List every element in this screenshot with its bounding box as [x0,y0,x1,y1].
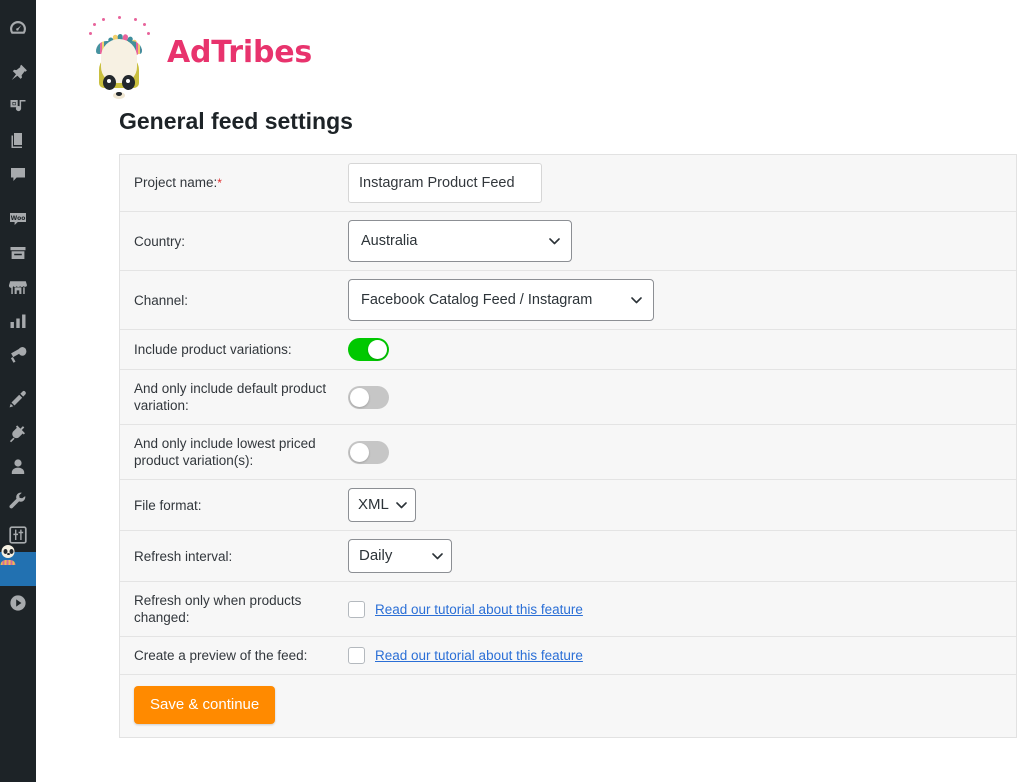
sidebar-item-plugins[interactable] [0,416,36,450]
panda-nose [116,92,122,96]
play-circle-icon [8,593,28,613]
comment-icon [8,165,28,185]
plug-icon [8,423,28,443]
svg-text:Woo: Woo [11,215,26,222]
refresh-on-change-tutorial-link[interactable]: Read our tutorial about this feature [375,602,583,617]
label-create-preview: Create a preview of the feed: [120,636,348,675]
user-icon [8,457,28,477]
include-variations-toggle[interactable] [348,338,389,361]
main-content: AdTribes General feed settings Project n… [36,0,1024,782]
row-channel: Channel: Facebook Catalog Feed / Instagr… [120,270,1016,330]
file-format-select[interactable]: XML [348,488,416,522]
media-icon [8,97,28,117]
chevron-down-icon [396,502,407,509]
sidebar-item-store[interactable] [0,270,36,304]
label-refresh-on-change: Refresh only when products changed: [120,581,348,637]
refresh-interval-select[interactable]: Daily [348,539,452,573]
label-country: Country: [120,211,348,271]
label-channel: Channel: [120,270,348,330]
chevron-down-icon [631,297,642,304]
row-include-variations: Include product variations: [120,329,1016,370]
label-refresh-interval: Refresh interval: [120,530,348,582]
sidebar-item-tools[interactable] [0,484,36,518]
adtribes-brand: AdTribes [83,14,313,99]
sidebar-item-appearance[interactable] [0,382,36,416]
channel-select[interactable]: Facebook Catalog Feed / Instagram [348,279,654,321]
row-lowest-priced-variation: And only include lowest priced product v… [120,424,1016,480]
megaphone-icon [8,345,28,365]
file-format-select-value: XML [358,496,389,513]
label-lowest-priced-variation: And only include lowest priced product v… [120,424,348,480]
admin-screen: Woo AdTribes General feed settings Proje… [0,0,1024,782]
row-refresh-on-change: Refresh only when products changed: Read… [120,581,1016,637]
sidebar-item-pages[interactable] [0,124,36,158]
brand-name: AdTribes [167,34,313,70]
label-project-name-text: Project name: [134,175,218,190]
pages-icon [8,131,28,151]
page-title: General feed settings [119,108,353,134]
chevron-down-icon [432,553,443,560]
sidebar-item-dashboard[interactable] [0,12,36,46]
save-and-continue-button[interactable]: Save & continue [134,686,276,724]
storefront-icon [8,277,28,297]
sidebar-item-analytics[interactable] [0,304,36,338]
row-refresh-interval: Refresh interval: Daily [120,530,1016,582]
row-save: Save & continue [120,674,1016,737]
sliders-icon [8,525,28,545]
sidebar-item-comments[interactable] [0,158,36,192]
woo-icon: Woo [8,209,28,229]
sidebar-item-users[interactable] [0,450,36,484]
row-create-preview: Create a preview of the feed: Read our t… [120,636,1016,675]
required-marker: * [217,176,222,190]
paintbrush-icon [8,389,28,409]
sidebar-item-video[interactable] [0,586,36,620]
panda-face [101,39,137,99]
row-default-variation: And only include default product variati… [120,369,1016,425]
lowest-priced-variation-toggle[interactable] [348,440,389,464]
row-file-format: File format: XML [120,479,1016,531]
wrench-icon [8,491,28,511]
default-variation-toggle[interactable] [348,385,389,409]
products-box-icon [8,243,28,263]
sidebar-item-products[interactable] [0,236,36,270]
panda-icon [0,545,28,579]
sidebar-item-posts[interactable] [0,56,36,90]
sidebar-item-woocommerce[interactable]: Woo [0,202,36,236]
panda-eye-right [103,75,116,90]
wp-admin-sidebar: Woo [0,0,44,782]
dashboard-icon [8,19,28,39]
sidebar-item-media[interactable] [0,90,36,124]
sidebar-item-marketing[interactable] [0,338,36,372]
label-include-variations: Include product variations: [120,329,348,370]
bar-chart-icon [8,311,28,331]
create-preview-tutorial-link[interactable]: Read our tutorial about this feature [375,648,583,663]
channel-select-value: Facebook Catalog Feed / Instagram [361,292,593,308]
refresh-interval-select-value: Daily [359,547,393,564]
row-country: Country: Australia [120,211,1016,271]
label-file-format: File format: [120,479,348,531]
project-name-input[interactable] [348,163,542,203]
label-default-variation: And only include default product variati… [120,369,348,425]
country-select-value: Australia [361,233,418,249]
pin-icon [8,63,28,83]
country-select[interactable]: Australia [348,220,572,262]
row-project-name: Project name:* [120,155,1016,212]
refresh-on-change-checkbox[interactable] [348,600,365,618]
adtribes-panda-logo [83,14,155,99]
create-preview-checkbox[interactable] [348,647,365,664]
chevron-down-icon [549,238,560,245]
general-feed-settings-table: Project name:* Country: Australia [119,154,1017,738]
label-project-name: Project name:* [120,155,348,212]
sidebar-item-adtribes[interactable] [0,545,44,586]
panda-eye-left [122,75,135,90]
